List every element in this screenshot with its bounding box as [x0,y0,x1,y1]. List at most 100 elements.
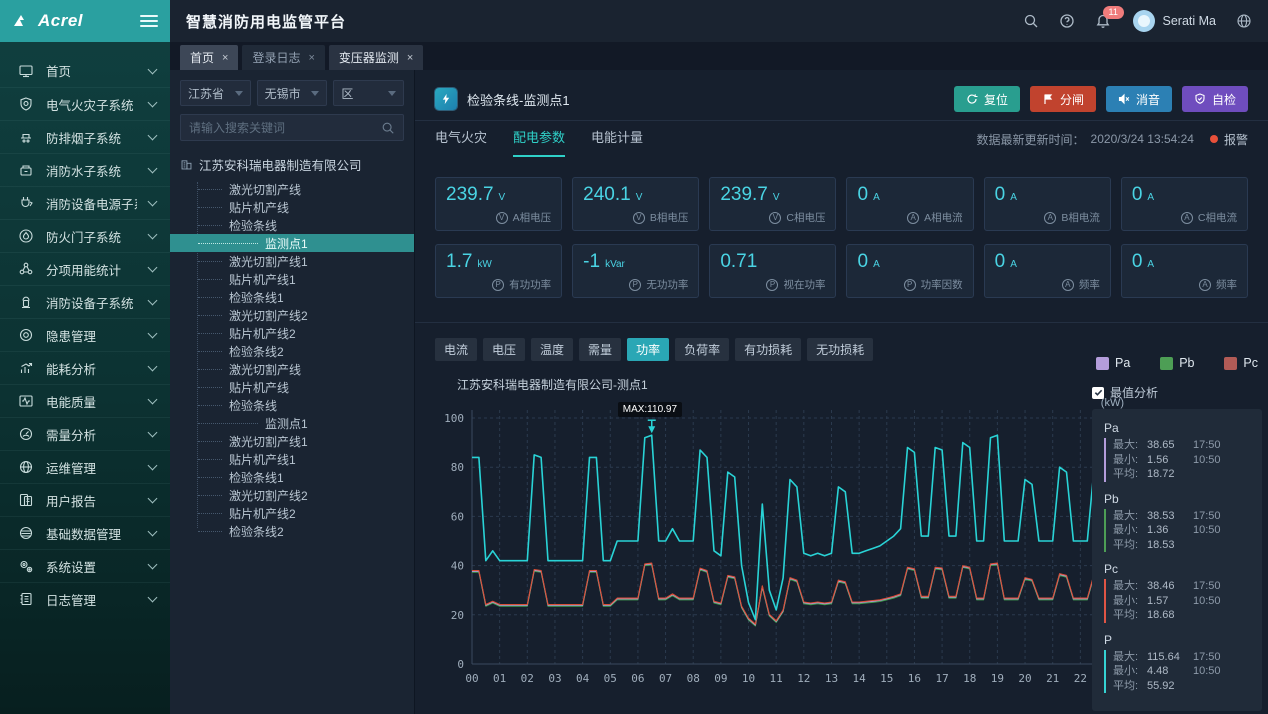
sidebar-item-label: 消防水子系统 [46,161,137,180]
svg-text:03: 03 [548,672,561,685]
flame-icon [18,228,34,244]
tree-item-selected[interactable]: 监测点1 [170,234,414,252]
tree-item[interactable]: 激光切割产线2 [180,486,404,504]
sidebar-item-energy-stats[interactable]: 分项用能统计 [0,252,170,285]
tab-electrical-fire[interactable]: 电气火灾 [435,121,487,157]
search-icon[interactable] [1023,13,1039,29]
chart-tab-voltage[interactable]: 电压 [483,338,525,361]
sidebar-item-user-report[interactable]: 用户报告 [0,483,170,516]
tree-item[interactable]: 贴片机产线 [180,378,404,396]
tree-item[interactable]: 贴片机产线1 [180,450,404,468]
province-select[interactable]: 江苏省 [180,80,251,106]
svg-text:12: 12 [797,672,810,685]
sidebar-item-fire-door[interactable]: 防火门子系统 [0,219,170,252]
tree-company-node[interactable]: 江苏安科瑞电器制造有限公司 [180,155,404,174]
bell-icon[interactable]: 11 [1095,13,1111,29]
sidebar-item-log-mgmt[interactable]: 日志管理 [0,582,170,615]
self-check-button[interactable]: 自检 [1182,86,1248,112]
tree-item[interactable]: 贴片机产线1 [180,270,404,288]
sidebar-item-energy-analysis[interactable]: 能耗分析 [0,351,170,384]
tree-guide [198,297,222,298]
plug-icon [18,195,34,211]
legend-item-pa[interactable]: Pa [1096,356,1130,370]
max-analysis-toggle[interactable]: 最值分析 [1092,384,1262,401]
select-value: 江苏省 [188,85,235,102]
tree-item[interactable]: 检验条线1 [180,468,404,486]
search-icon[interactable] [381,121,395,135]
sidebar-item-hazard-mgmt[interactable]: 隐患管理 [0,318,170,351]
tree-item[interactable]: 激光切割产线1 [180,252,404,270]
sidebar-item-label: 消防设备子系统 [46,293,137,312]
chart-tab-power[interactable]: 功率 [627,338,669,361]
reset-button[interactable]: 复位 [954,86,1020,112]
tree-item[interactable]: 贴片机产线 [180,198,404,216]
legend-swatch [1096,357,1109,370]
hamburger-icon[interactable] [140,15,158,27]
gauge-icon [18,426,34,442]
chart-tab-load-rate[interactable]: 负荷率 [675,338,729,361]
metric-label: B相电流 [1061,210,1100,225]
tree-item[interactable]: 激光切割产线 [180,180,404,198]
sidebar-item-power-quality[interactable]: 电能质量 [0,384,170,417]
tab-close-icon[interactable] [308,52,314,64]
sidebar-item-base-data[interactable]: 基础数据管理 [0,516,170,549]
tab-energy-metering[interactable]: 电能计量 [591,121,643,157]
tree-item[interactable]: 检验条线2 [180,342,404,360]
sidebar-item-fire-water[interactable]: 消防水子系统 [0,153,170,186]
alarm-label[interactable]: 报警 [1224,131,1248,148]
chart-tab-demand[interactable]: 需量 [579,338,621,361]
metric-label: 有功功率 [509,277,551,292]
tree-item[interactable]: 检验条线 [180,396,404,414]
help-icon[interactable] [1059,13,1075,29]
tree-item[interactable]: 激光切割产线2 [180,306,404,324]
svg-text:05: 05 [604,672,617,685]
chart-tab-reactive-loss[interactable]: 无功损耗 [807,338,873,361]
tree-item[interactable]: 检验条线1 [180,288,404,306]
gear-icon [18,558,34,574]
avatar[interactable] [1133,10,1155,32]
tree-item[interactable]: 贴片机产线2 [180,504,404,522]
city-select[interactable]: 无锡市 [257,80,328,106]
chart-tab-active-loss[interactable]: 有功损耗 [735,338,801,361]
sidebar-item-system-settings[interactable]: 系统设置 [0,549,170,582]
chart-tab-current[interactable]: 电流 [435,338,477,361]
metric-badge-icon: A [1062,279,1074,291]
tree-item[interactable]: 检验条线 [180,216,404,234]
sidebar-item-demand-analysis[interactable]: 需量分析 [0,417,170,450]
sidebar-item-home[interactable]: 首页 [0,54,170,87]
metric-label: C相电流 [1198,210,1237,225]
tree-item[interactable]: 检验条线2 [180,522,404,540]
legend-item-pc[interactable]: Pc [1224,356,1258,370]
district-select[interactable]: 区 [333,80,404,106]
language-globe-icon[interactable] [1236,13,1252,29]
legend-item-pb[interactable]: Pb [1160,356,1194,370]
metric-label: 功率因数 [921,277,963,292]
mute-button[interactable]: 消音 [1106,86,1172,112]
tab-close-icon[interactable] [407,52,413,64]
sidebar-item-label: 电能质量 [46,392,137,411]
tree-item[interactable]: 监测点1 [180,414,404,432]
sidebar-item-electrical-fire[interactable]: 电气火灾子系统 [0,87,170,120]
sidebar-item-ops-mgmt[interactable]: 运维管理 [0,450,170,483]
sidebar-item-label: 防火门子系统 [46,227,137,246]
user-name[interactable]: Serati Ma [1163,14,1217,28]
sidebar-item-smoke-control[interactable]: 防排烟子系统 [0,120,170,153]
tree-item[interactable]: 激光切割产线1 [180,432,404,450]
sidebar-item-fire-power[interactable]: 消防设备电源子系统 [0,186,170,219]
tab-home[interactable]: 首页 [180,45,238,70]
open-tabs-bar: 首页 登录日志 变压器监测 [170,42,1268,70]
tree-item[interactable]: 贴片机产线2 [180,324,404,342]
search-input[interactable] [189,121,381,135]
power-chart[interactable]: 0204060801000001020304050607080910111213… [430,394,1130,694]
tab-distribution-params[interactable]: 配电参数 [513,121,565,157]
sidebar-item-fire-equipment[interactable]: 消防设备子系统 [0,285,170,318]
sidebar-item-label: 电气火灾子系统 [46,95,137,114]
tab-transformer-monitor[interactable]: 变压器监测 [329,45,423,70]
chart-tab-temperature[interactable]: 温度 [531,338,573,361]
tree-item[interactable]: 激光切割产线 [180,360,404,378]
svg-text:02: 02 [521,672,534,685]
checkbox-checked-icon[interactable] [1092,387,1104,399]
tab-login-log[interactable]: 登录日志 [242,45,324,70]
tab-close-icon[interactable] [222,52,228,64]
breaker-open-button[interactable]: 分闸 [1030,86,1096,112]
